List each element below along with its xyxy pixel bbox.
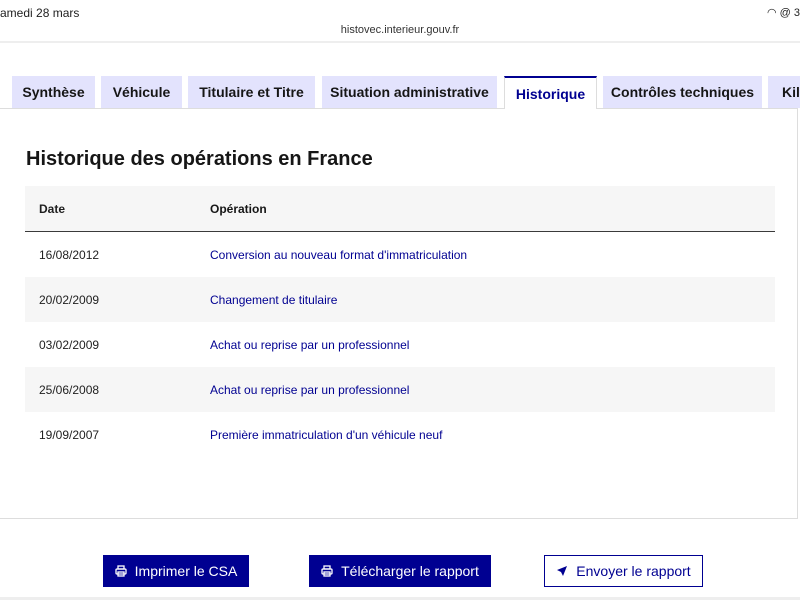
send-report-button[interactable]: Envoyer le rapport — [544, 555, 703, 587]
date-cell: 25/06/2008 — [39, 382, 100, 397]
send-icon — [557, 566, 568, 576]
table-row: 16/08/2012 Conversion au nouveau format d… — [25, 232, 775, 277]
send-report-label: Envoyer le rapport — [576, 563, 691, 579]
operation-cell: Achat ou reprise par un professionnel — [210, 382, 410, 397]
status-icons: ◠ @ 3 — [767, 6, 800, 19]
tab-controles[interactable]: Contrôles techniques — [603, 76, 762, 108]
operation-cell: Achat ou reprise par un professionnel — [210, 337, 410, 352]
history-table: Date Opération 16/08/2012 Conversion au n… — [25, 186, 775, 457]
download-report-button[interactable]: Télécharger le rapport — [309, 555, 491, 587]
header-operation: Opération — [210, 201, 267, 216]
download-report-label: Télécharger le rapport — [341, 563, 479, 579]
table-row: 25/06/2008 Achat ou reprise par un profes… — [25, 367, 775, 412]
operation-cell: Conversion au nouveau format d'immatricu… — [210, 247, 468, 262]
tab-kilometrage[interactable]: Kilométrage — [768, 76, 800, 108]
table-row: 19/09/2007 Première immatriculation d'un … — [25, 412, 775, 457]
print-csa-label: Imprimer le CSA — [134, 563, 238, 579]
wifi-icon: ◠ — [766, 7, 777, 19]
tab-situation[interactable]: Situation administrative — [322, 76, 497, 108]
date-cell: 16/08/2012 — [39, 247, 100, 262]
tab-historique[interactable]: Historique — [504, 76, 597, 109]
tab-titulaire[interactable]: Titulaire et Titre — [188, 76, 315, 108]
table-header: Date Opération — [25, 186, 775, 232]
printer-icon — [321, 565, 333, 577]
status-date: amedi 28 mars — [0, 6, 80, 20]
operation-cell: Première immatriculation d'un véhicule n… — [210, 427, 443, 442]
divider — [0, 41, 800, 43]
print-csa-button[interactable]: Imprimer le CSA — [103, 555, 249, 587]
header-date: Date — [39, 201, 66, 216]
tab-vehicule[interactable]: Véhicule — [101, 76, 182, 108]
operation-cell: Changement de titulaire — [210, 292, 338, 307]
lock-rotation-icon: @ — [779, 7, 791, 19]
table-row: 03/02/2009 Achat ou reprise par un profes… — [25, 322, 775, 367]
tab-synthese[interactable]: Synthèse — [12, 76, 95, 108]
battery-text: 3 — [793, 7, 800, 19]
date-cell: 19/09/2007 — [39, 427, 100, 442]
date-cell: 03/02/2009 — [39, 337, 100, 352]
page-title: Historique des opérations en France — [26, 148, 373, 170]
date-cell: 20/02/2009 — [39, 292, 100, 307]
printer-icon — [115, 565, 127, 577]
table-row: 20/02/2009 Changement de titulaire — [25, 277, 775, 322]
url-bar[interactable]: histovec.interieur.gouv.fr — [0, 24, 800, 36]
